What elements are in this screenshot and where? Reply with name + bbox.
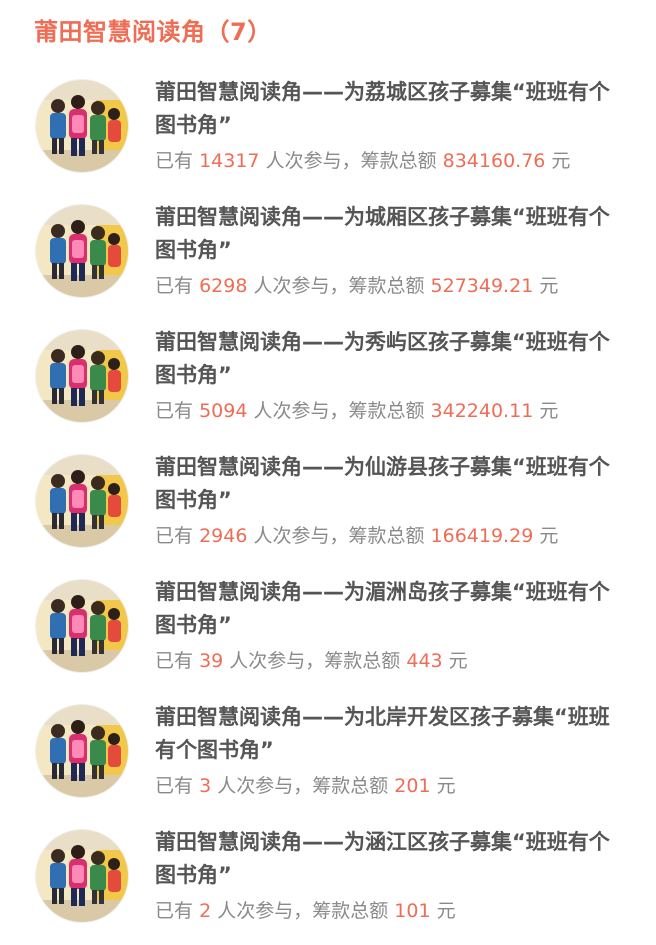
children-photo-avatar	[36, 80, 128, 172]
project-item[interactable]: 莆田智慧阅读角——为湄洲岛孩子募集“班班有个图书角” 已有 39 人次参与，筹款…	[0, 570, 656, 695]
stats-mid: 人次参与，筹款总额	[217, 775, 389, 797]
project-stats: 已有 14317 人次参与，筹款总额 834160.76 元	[155, 146, 645, 176]
project-title: 莆田智慧阅读角——为湄洲岛孩子募集“班班有个图书角”	[155, 580, 610, 637]
project-stats: 已有 39 人次参与，筹款总额 443 元	[155, 646, 645, 676]
donation-amount: 201	[394, 775, 431, 797]
stats-prefix: 已有	[155, 525, 194, 547]
project-title: 莆田智慧阅读角——为北岸开发区孩子募集“班班有个图书角”	[155, 705, 610, 762]
project-item[interactable]: 莆田智慧阅读角——为北岸开发区孩子募集“班班有个图书角” 已有 3 人次参与，筹…	[0, 695, 656, 820]
participant-count: 3	[199, 775, 212, 797]
project-stats: 已有 6298 人次参与，筹款总额 527349.21 元	[155, 271, 645, 301]
stats-prefix: 已有	[155, 775, 194, 797]
stats-unit: 元	[436, 775, 456, 797]
stats-mid: 人次参与，筹款总额	[253, 525, 425, 547]
children-photo-avatar	[36, 580, 128, 672]
stats-prefix: 已有	[155, 650, 194, 672]
stats-prefix: 已有	[155, 275, 194, 297]
participant-count: 14317	[199, 150, 260, 172]
donation-amount: 166419.29	[430, 525, 534, 547]
children-photo-avatar	[36, 330, 128, 422]
project-title: 莆田智慧阅读角——为涵江区孩子募集“班班有个图书角”	[155, 830, 610, 887]
donation-amount: 834160.76	[442, 150, 546, 172]
project-item[interactable]: 莆田智慧阅读角——为仙游县孩子募集“班班有个图书角” 已有 2946 人次参与，…	[0, 445, 656, 570]
stats-mid: 人次参与，筹款总额	[217, 900, 389, 922]
participant-count: 39	[199, 650, 224, 672]
children-photo-avatar	[36, 830, 128, 922]
project-title: 莆田智慧阅读角——为仙游县孩子募集“班班有个图书角”	[155, 455, 610, 512]
stats-mid: 人次参与，筹款总额	[253, 400, 425, 422]
stats-unit: 元	[539, 275, 559, 297]
children-photo-avatar	[36, 205, 128, 297]
project-title: 莆田智慧阅读角——为城厢区孩子募集“班班有个图书角”	[155, 205, 610, 262]
project-stats: 已有 3 人次参与，筹款总额 201 元	[155, 771, 645, 801]
project-stats: 已有 2 人次参与，筹款总额 101 元	[155, 896, 645, 926]
stats-prefix: 已有	[155, 400, 194, 422]
stats-unit: 元	[539, 400, 559, 422]
stats-unit: 元	[539, 525, 559, 547]
donation-amount: 101	[394, 900, 431, 922]
stats-unit: 元	[448, 650, 468, 672]
donation-amount: 342240.11	[430, 400, 534, 422]
project-item[interactable]: 莆田智慧阅读角——为秀屿区孩子募集“班班有个图书角” 已有 5094 人次参与，…	[0, 320, 656, 445]
stats-unit: 元	[551, 150, 571, 172]
project-title: 莆田智慧阅读角——为秀屿区孩子募集“班班有个图书角”	[155, 330, 610, 387]
project-item[interactable]: 莆田智慧阅读角——为荔城区孩子募集“班班有个图书角” 已有 14317 人次参与…	[0, 70, 656, 195]
children-photo-avatar	[36, 705, 128, 797]
stats-mid: 人次参与，筹款总额	[253, 275, 425, 297]
participant-count: 2946	[199, 525, 248, 547]
project-item[interactable]: 莆田智慧阅读角——为城厢区孩子募集“班班有个图书角” 已有 6298 人次参与，…	[0, 195, 656, 320]
donation-amount: 443	[406, 650, 443, 672]
project-title: 莆田智慧阅读角——为荔城区孩子募集“班班有个图书角”	[155, 80, 610, 137]
stats-mid: 人次参与，筹款总额	[229, 650, 401, 672]
section-title: 莆田智慧阅读角（7）	[34, 18, 272, 46]
project-item[interactable]: 莆田智慧阅读角——为涵江区孩子募集“班班有个图书角” 已有 2 人次参与，筹款总…	[0, 820, 656, 945]
participant-count: 6298	[199, 275, 248, 297]
participant-count: 5094	[199, 400, 248, 422]
project-stats: 已有 2946 人次参与，筹款总额 166419.29 元	[155, 521, 645, 551]
participant-count: 2	[199, 900, 212, 922]
stats-unit: 元	[436, 900, 456, 922]
stats-prefix: 已有	[155, 150, 194, 172]
children-photo-avatar	[36, 455, 128, 547]
stats-prefix: 已有	[155, 900, 194, 922]
project-stats: 已有 5094 人次参与，筹款总额 342240.11 元	[155, 396, 645, 426]
stats-mid: 人次参与，筹款总额	[265, 150, 437, 172]
donation-amount: 527349.21	[430, 275, 534, 297]
